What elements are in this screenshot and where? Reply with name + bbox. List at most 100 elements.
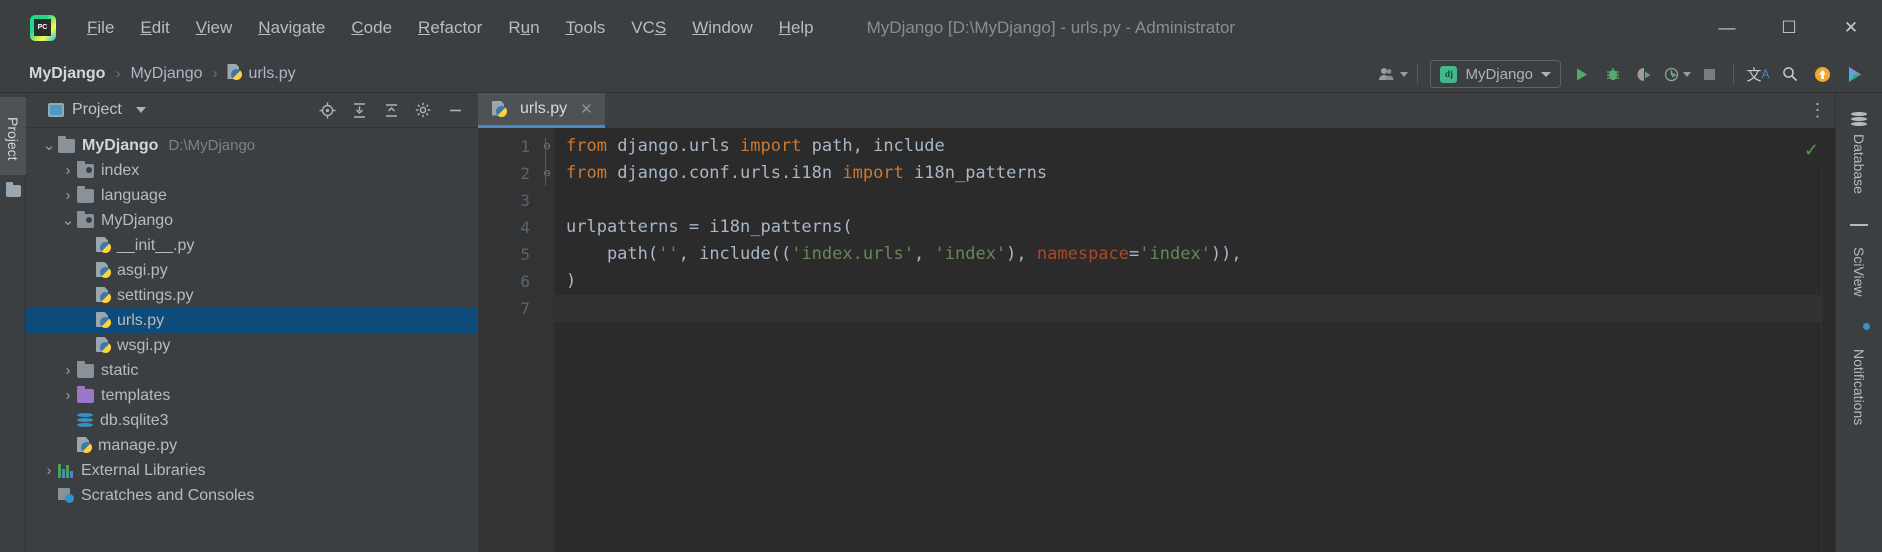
breadcrumb-item-1[interactable]: MyDjango [127, 65, 205, 83]
code-token: , [914, 244, 935, 264]
expand-all-icon[interactable] [344, 96, 374, 124]
menu-item-vcs[interactable]: VCS [618, 14, 679, 42]
menu-item-help[interactable]: Help [766, 14, 827, 42]
chevron-right-icon[interactable]: › [59, 387, 77, 404]
menu-item-run[interactable]: Run [495, 14, 552, 42]
translate-icon[interactable]: 文A [1742, 59, 1774, 89]
sidebar-item-sciview[interactable]: SciView [1850, 216, 1868, 305]
database-file-icon [77, 413, 93, 428]
line-number[interactable]: 6 [478, 268, 540, 295]
line-number[interactable]: 4 [478, 214, 540, 241]
collapse-all-icon[interactable] [376, 96, 406, 124]
tree-item-label: urls.py [117, 311, 165, 329]
menu-item-navigate[interactable]: Navigate [245, 14, 338, 42]
line-number-gutter: 1234567 [478, 128, 540, 552]
line-number[interactable]: 1 [478, 133, 540, 160]
project-folder-icon[interactable] [6, 182, 21, 197]
hide-panel-icon[interactable] [440, 96, 470, 124]
tab-urls-py[interactable]: urls.py ✕ [478, 93, 605, 128]
chevron-down-icon[interactable]: ⌄ [40, 138, 58, 153]
tree-item-manage-py[interactable]: manage.py [26, 433, 478, 458]
stop-icon[interactable] [1693, 59, 1725, 89]
gear-icon[interactable] [408, 96, 438, 124]
chevron-right-icon[interactable]: › [40, 462, 58, 479]
line-number[interactable]: 7 [478, 295, 540, 322]
chevron-right-icon[interactable]: › [59, 162, 77, 179]
code-line[interactable]: from django.conf.urls.i18n import i18n_p… [554, 160, 1835, 187]
tree-item-static[interactable]: › static [26, 358, 478, 383]
chevron-right-icon[interactable]: › [59, 362, 77, 379]
code-line[interactable]: urlpatterns = i18n_patterns( [554, 214, 1835, 241]
menu-item-view[interactable]: View [183, 14, 246, 42]
editor-tab-label: urls.py [520, 100, 568, 117]
chevron-right-icon[interactable]: › [59, 187, 77, 204]
sidebar-item-database[interactable]: Database [1851, 103, 1867, 202]
sidebar-item-notifications[interactable]: Notifications [1851, 318, 1867, 433]
tree-item-index[interactable]: › index [26, 158, 478, 183]
run-icon[interactable] [1565, 59, 1597, 89]
close-icon[interactable]: ✕ [574, 100, 593, 118]
code-line[interactable]: from django.urls import path, include [554, 133, 1835, 160]
minimize-button[interactable]: — [1696, 0, 1758, 55]
tree-item-asgi-py[interactable]: asgi.py [26, 258, 478, 283]
tree-item-scratches-and-consoles[interactable]: Scratches and Consoles [26, 483, 478, 508]
line-number[interactable]: 3 [478, 187, 540, 214]
tree-item-label: db.sqlite3 [100, 411, 169, 429]
inspection-status-icon[interactable]: ✓ [1804, 140, 1819, 161]
window-title: MyDjango [D:\MyDjango] - urls.py - Admin… [866, 17, 1236, 37]
tree-item-mydjango[interactable]: ⌄ MyDjango D:\MyDjango [26, 133, 478, 158]
breadcrumb-item-0[interactable]: MyDjango [26, 65, 108, 83]
tree-item-mydjango[interactable]: ⌄ MyDjango [26, 208, 478, 233]
sidebar-item-project[interactable]: Project [0, 97, 26, 175]
tree-item-urls-py[interactable]: urls.py [26, 308, 478, 333]
editor-options-icon[interactable]: ⋮ [1801, 93, 1835, 128]
profile-icon[interactable] [1661, 59, 1693, 89]
select-opened-file-icon[interactable] [312, 96, 342, 124]
line-number[interactable]: 2 [478, 160, 540, 187]
tree-item-language[interactable]: › language [26, 183, 478, 208]
run-coverage-icon[interactable] [1629, 59, 1661, 89]
fold-toggle-icon[interactable]: ⊖ [540, 133, 554, 160]
breadcrumb-separator: › [212, 65, 218, 82]
tree-item-label: language [101, 186, 167, 204]
update-project-icon[interactable] [1806, 59, 1838, 89]
code-folding-gutter[interactable]: ⊖ ⊖ [540, 128, 554, 552]
chevron-down-icon[interactable]: ⌄ [59, 213, 77, 228]
menu-item-window[interactable]: Window [679, 14, 765, 42]
editor-scroll-markers[interactable] [1821, 163, 1835, 552]
code-content[interactable]: from django.urls import path, include fro… [554, 128, 1835, 552]
chevron-down-icon[interactable] [135, 107, 146, 113]
line-number[interactable]: 5 [478, 241, 540, 268]
user-account-icon[interactable] [1377, 59, 1409, 89]
tree-item-db-sqlite3[interactable]: db.sqlite3 [26, 408, 478, 433]
code-line[interactable] [554, 295, 1835, 322]
menu-item-file[interactable]: File [74, 14, 127, 42]
menu-item-refactor[interactable]: Refactor [405, 14, 495, 42]
menu-item-tools[interactable]: Tools [553, 14, 619, 42]
left-tool-strip: Project [0, 93, 26, 552]
run-configuration-selector[interactable]: dj MyDjango [1430, 60, 1561, 88]
close-button[interactable]: ✕ [1820, 0, 1882, 55]
maximize-button[interactable]: ☐ [1758, 0, 1820, 55]
tree-item-settings-py[interactable]: settings.py [26, 283, 478, 308]
code-line[interactable] [554, 187, 1835, 214]
tree-item-label: templates [101, 386, 171, 404]
tree-item-label: wsgi.py [117, 336, 171, 354]
fold-toggle-icon[interactable]: ⊖ [540, 160, 554, 187]
tree-item-templates[interactable]: › templates [26, 383, 478, 408]
project-panel: Project ⌄ MyDjango D:\MyDjango › index ›… [26, 93, 478, 552]
ide-features-icon[interactable] [1838, 59, 1870, 89]
tree-item---init---py[interactable]: __init__.py [26, 233, 478, 258]
debug-icon[interactable] [1597, 59, 1629, 89]
menu-item-edit[interactable]: Edit [127, 14, 182, 42]
tree-item-label: index [101, 161, 140, 179]
folder-icon [77, 185, 94, 203]
tree-item-external-libraries[interactable]: › External Libraries [26, 458, 478, 483]
breadcrumb-item-2[interactable]: urls.py [224, 64, 298, 83]
search-icon[interactable] [1774, 59, 1806, 89]
code-line[interactable]: path('', include(('index.urls', 'index')… [554, 241, 1835, 268]
menu-item-code[interactable]: Code [338, 14, 405, 42]
tree-item-wsgi-py[interactable]: wsgi.py [26, 333, 478, 358]
code-editor[interactable]: 1234567 ⊖ ⊖ from django.urls import path,… [478, 128, 1835, 552]
code-line[interactable]: ) [554, 268, 1835, 295]
